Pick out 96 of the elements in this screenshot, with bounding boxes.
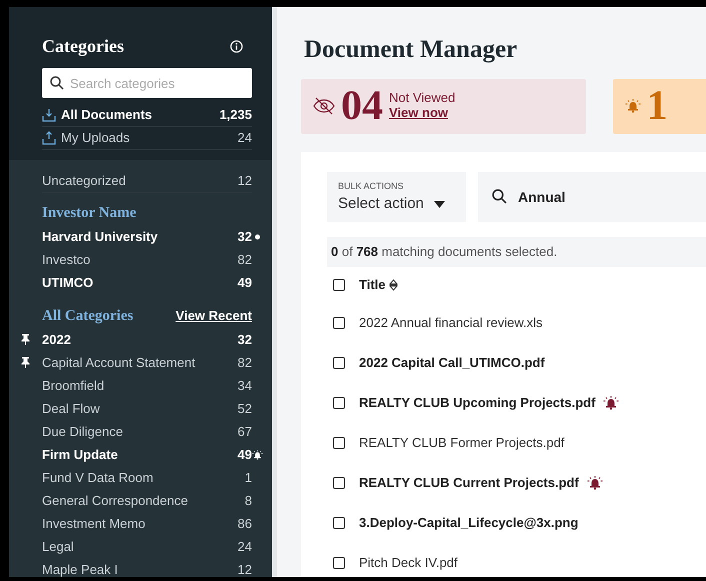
sidebar-item[interactable]: Investment Memo 86 bbox=[17, 512, 263, 535]
search-field[interactable]: Annual bbox=[478, 172, 706, 222]
upload-icon bbox=[42, 131, 56, 145]
checkbox[interactable] bbox=[333, 278, 345, 290]
sidebar-item[interactable]: Uncategorized 12 bbox=[42, 170, 252, 193]
document-title[interactable]: REALTY CLUB Current Projects.pdf bbox=[359, 472, 579, 492]
document-title[interactable]: REALTY CLUB Upcoming Projects.pdf bbox=[359, 392, 596, 412]
pin-icon bbox=[21, 357, 30, 368]
view-recent-link[interactable]: View Recent bbox=[176, 306, 252, 326]
item-label: UTIMCO bbox=[42, 274, 94, 292]
document-title[interactable]: Pitch Deck IV.pdf bbox=[359, 552, 458, 572]
item-label: Due Diligence bbox=[42, 422, 123, 441]
column-header[interactable]: Title bbox=[359, 274, 398, 294]
sidebar-item[interactable]: All Documents 1,235 bbox=[42, 104, 252, 127]
document-title[interactable]: 2022 Capital Call_UTIMCO.pdf bbox=[359, 352, 545, 372]
item-label: Harvard University bbox=[42, 228, 158, 246]
item-count: 32 bbox=[238, 228, 252, 246]
sidebar-item[interactable]: My Uploads 24 bbox=[42, 127, 252, 150]
item-label: Fund V Data Room bbox=[42, 468, 154, 487]
section-heading: All Categories bbox=[42, 306, 134, 326]
item-label: Deal Flow bbox=[42, 400, 100, 418]
search-icon bbox=[50, 76, 64, 90]
checkbox[interactable] bbox=[333, 516, 345, 528]
checkbox[interactable] bbox=[333, 476, 345, 488]
caret-icon bbox=[434, 200, 445, 208]
bulk-actions-dropdown[interactable]: BULK ACTIONS Select action bbox=[327, 172, 466, 222]
item-count: 34 bbox=[238, 376, 252, 395]
sidebar-item[interactable]: Firm Update 49 bbox=[17, 443, 263, 466]
item-label: My Uploads bbox=[61, 129, 130, 148]
bell-icon bbox=[624, 99, 641, 113]
item-count: 24 bbox=[238, 129, 252, 148]
sidebar-item[interactable]: Investco 82 bbox=[17, 248, 263, 271]
item-count: 86 bbox=[238, 514, 252, 533]
stat-label: Not Viewed bbox=[389, 91, 456, 106]
page-title: Document Manager bbox=[304, 35, 518, 65]
sidebar-item[interactable]: Deal Flow 52 bbox=[17, 397, 263, 420]
item-count: 12 bbox=[238, 172, 252, 190]
item-count: 24 bbox=[238, 538, 252, 556]
sidebar-item[interactable]: UTIMCO 49 bbox=[17, 271, 263, 294]
item-label: Legal bbox=[42, 538, 74, 556]
sidebar-title: Categories bbox=[42, 35, 124, 58]
field-label: BULK ACTIONS bbox=[338, 180, 405, 192]
item-label: All Documents bbox=[61, 106, 152, 124]
item-label: Investco bbox=[42, 250, 90, 269]
item-label: Broomfield bbox=[42, 376, 104, 395]
sidebar-item[interactable]: Capital Account Statement 82 bbox=[17, 351, 263, 374]
sidebar-item[interactable]: Due Diligence 67 bbox=[17, 420, 263, 443]
item-label: Capital Account Statement bbox=[42, 354, 196, 372]
sidebar-item[interactable]: Maple Peak I 12 bbox=[17, 558, 263, 577]
checkbox[interactable] bbox=[333, 396, 345, 408]
item-label: 2022 bbox=[42, 330, 71, 349]
document-title[interactable]: 3.Deploy-Capital_Lifecycle@3x.png bbox=[359, 512, 578, 532]
item-count: 1 bbox=[244, 468, 252, 487]
document-title[interactable]: 2022 Annual financial review.xls bbox=[359, 312, 543, 332]
selection-summary: 0 of 768 matching documents selected. bbox=[327, 236, 706, 266]
item-label: Maple Peak I bbox=[42, 560, 118, 577]
item-count: 52 bbox=[238, 400, 252, 418]
checkbox[interactable] bbox=[333, 316, 345, 328]
document-title[interactable]: REALTY CLUB Former Projects.pdf bbox=[359, 432, 564, 452]
checkbox[interactable] bbox=[333, 356, 345, 368]
item-label: Firm Update bbox=[42, 446, 118, 464]
checkbox[interactable] bbox=[333, 436, 345, 448]
pin-icon bbox=[21, 334, 30, 345]
alarm-icon bbox=[603, 396, 620, 410]
section-heading: Investor Name bbox=[42, 204, 136, 223]
view-now-link[interactable]: View now bbox=[389, 105, 448, 120]
sidebar-item[interactable]: General Correspondence 8 bbox=[17, 489, 263, 512]
item-count: 82 bbox=[238, 250, 252, 269]
stat-number: 1 bbox=[646, 85, 668, 127]
download-icon bbox=[42, 108, 56, 122]
item-count: 67 bbox=[238, 422, 252, 441]
item-count: 12 bbox=[238, 560, 252, 577]
item-label: Investment Memo bbox=[42, 514, 146, 533]
item-count: 82 bbox=[238, 354, 252, 372]
sidebar-item[interactable]: Harvard University 32 bbox=[17, 225, 263, 248]
item-count: 1,235 bbox=[219, 106, 252, 124]
alarm-icon bbox=[586, 476, 603, 490]
sidebar-item[interactable]: Legal 24 bbox=[17, 535, 263, 558]
info-icon[interactable] bbox=[230, 40, 243, 53]
item-label: Uncategorized bbox=[42, 172, 126, 190]
sidebar-item[interactable]: 2022 32 bbox=[17, 328, 263, 351]
sort-icon bbox=[389, 279, 398, 292]
item-count: 32 bbox=[238, 330, 252, 349]
checkbox[interactable] bbox=[333, 556, 345, 568]
item-count: 49 bbox=[238, 446, 252, 464]
sidebar-item[interactable]: Fund V Data Room 1 bbox=[17, 466, 263, 489]
sidebar-item[interactable]: Broomfield 34 bbox=[17, 374, 263, 397]
unread-dot bbox=[255, 234, 260, 239]
hidden-eye-icon bbox=[313, 97, 335, 115]
stat-number: 04 bbox=[341, 85, 383, 127]
alarm-icon bbox=[252, 448, 263, 462]
search-icon bbox=[492, 188, 507, 204]
item-count: 8 bbox=[244, 492, 252, 510]
search-field[interactable]: Search categories bbox=[42, 68, 252, 98]
item-count: 49 bbox=[238, 274, 252, 292]
item-label: General Correspondence bbox=[42, 492, 188, 510]
